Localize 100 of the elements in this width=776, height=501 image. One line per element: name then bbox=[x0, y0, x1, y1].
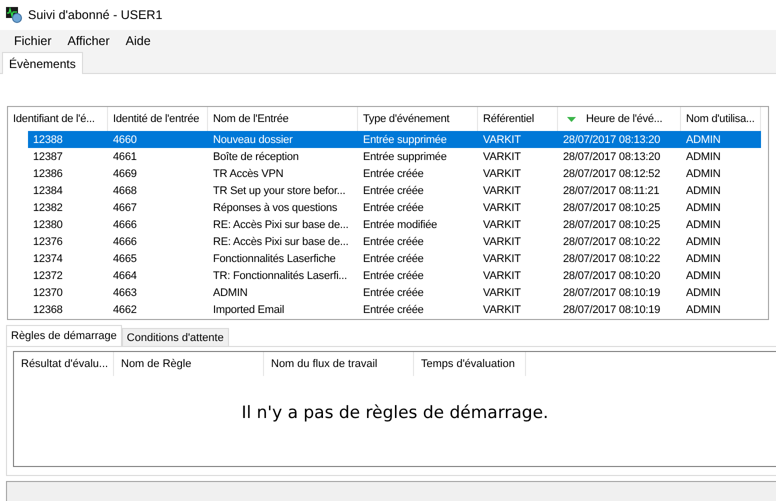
table-cell-text: 12376 bbox=[32, 236, 64, 248]
table-cell-text: Entrée créée bbox=[362, 270, 425, 282]
table-cell-text: TR: Fonctionnalités Laserfi... bbox=[212, 270, 348, 282]
table-cell-text: ADMIN bbox=[685, 304, 722, 316]
table-cell-text: 4663 bbox=[112, 286, 138, 298]
table-cell-text: Entrée créée bbox=[362, 168, 425, 180]
table-cell-text: 12387 bbox=[32, 150, 64, 162]
window-title: Suivi d'abonné - USER1 bbox=[28, 8, 162, 22]
table-cell-text: 28/07/2017 08:10:19 bbox=[562, 304, 662, 316]
table-cell-text: 28/07/2017 08:13:20 bbox=[562, 134, 662, 146]
table-row[interactable]: 12374 4665 Fonctionnalités Laserfiche Entrée créée VARKIT 28/07/2017 08:10:22 ADMIN bbox=[28, 250, 761, 267]
table-cell-text: Entrée supprimée bbox=[362, 134, 448, 146]
table-cell-text: VARKIT bbox=[482, 304, 522, 316]
table-cell-text: 12386 bbox=[32, 168, 64, 180]
table-cell-text: 28/07/2017 08:10:25 bbox=[562, 218, 662, 230]
table-cell-text: ADMIN bbox=[685, 150, 722, 162]
table-cell-text: 28/07/2017 08:10:20 bbox=[562, 270, 662, 282]
table-cell-text: 4660 bbox=[112, 134, 138, 146]
tab[interactable]: Conditions d'attente bbox=[122, 328, 229, 346]
table-cell-text: 12380 bbox=[32, 218, 64, 230]
table-cell-text: VARKIT bbox=[482, 252, 522, 264]
table-row[interactable]: 12370 4663 ADMIN Entrée créée VARKIT 28/07/2017 08:10:19 ADMIN bbox=[28, 284, 761, 301]
table-cell-text: VARKIT bbox=[482, 134, 522, 146]
table-cell-text: Entrée créée bbox=[362, 236, 425, 248]
table-cell-text: Entrée supprimée bbox=[362, 150, 448, 162]
column-header[interactable]: Résultat d'évalu... bbox=[14, 352, 114, 376]
table-row[interactable]: 12376 4666 RE: Accès Pixi sur base de... Entrée créée VARKIT 28/07/2017 08:10:22 ADMIN bbox=[28, 233, 761, 250]
table-cell-text: ADMIN bbox=[685, 252, 722, 264]
tab[interactable]: Évènements bbox=[2, 52, 83, 74]
menu-item[interactable]: Aide bbox=[118, 34, 159, 48]
table-cell-text: 28/07/2017 08:13:20 bbox=[562, 150, 662, 162]
table-cell-text: ADMIN bbox=[685, 168, 722, 180]
app-icon bbox=[6, 7, 22, 23]
table-cell-text: VARKIT bbox=[482, 286, 522, 298]
table-cell-text: VARKIT bbox=[482, 218, 522, 230]
table-cell-text: VARKIT bbox=[482, 202, 522, 214]
table-row[interactable]: 12368 4662 Imported Email Entrée créée VARKIT 28/07/2017 08:10:19 ADMIN bbox=[28, 301, 761, 318]
table-cell-text: 28/07/2017 08:10:19 bbox=[562, 286, 662, 298]
table-cell-text: VARKIT bbox=[482, 270, 522, 282]
table-cell-text: ADMIN bbox=[685, 236, 722, 248]
table-cell-text: 28/07/2017 08:10:25 bbox=[562, 202, 662, 214]
column-header[interactable]: Nom de Règle bbox=[114, 352, 264, 376]
table-cell-text: 12384 bbox=[32, 184, 64, 196]
table-cell-text: Entrée modifiée bbox=[362, 218, 438, 230]
empty-message: Il n'y a pas de règles de démarrage. bbox=[242, 403, 548, 423]
table-cell-text: 12382 bbox=[32, 202, 64, 214]
table-row[interactable]: 12372 4664 TR: Fonctionnalités Laserfi... Entrée créée VARKIT 28/07/2017 08:10:20 ADMIN bbox=[28, 267, 761, 284]
table-cell-text: RE: Accès Pixi sur base de... bbox=[212, 236, 350, 248]
table-row[interactable]: 12380 4666 RE: Accès Pixi sur base de... Entrée modifiée VARKIT 28/07/2017 08:10:25 ADMIN bbox=[28, 216, 761, 233]
table-cell-text: 28/07/2017 08:11:21 bbox=[562, 184, 660, 196]
table-cell-text: 4665 bbox=[112, 252, 138, 264]
table-cell-text: ADMIN bbox=[685, 202, 722, 214]
table-cell-text: Entrée créée bbox=[362, 184, 425, 196]
table-cell-text: Nouveau dossier bbox=[212, 134, 294, 146]
table-cell-text: ADMIN bbox=[685, 286, 722, 298]
table-cell-text: 28/07/2017 08:12:52 bbox=[562, 168, 662, 180]
column-header[interactable]: Temps d'évaluation bbox=[414, 352, 526, 376]
table-cell-text: Boîte de réception bbox=[212, 150, 300, 162]
table-cell-text: VARKIT bbox=[482, 184, 522, 196]
table-cell-text: 12374 bbox=[32, 252, 64, 264]
table-cell-text: Entrée créée bbox=[362, 304, 425, 316]
table-cell-text: Entrée créée bbox=[362, 252, 425, 264]
menu-item[interactable]: Afficher bbox=[60, 34, 118, 48]
table-cell-text: 4661 bbox=[112, 150, 138, 162]
table-cell-text: 12388 bbox=[32, 134, 64, 146]
table-cell-text: 28/07/2017 08:10:22 bbox=[562, 236, 662, 248]
menu-item[interactable]: Fichier bbox=[6, 34, 60, 48]
table-row[interactable]: 12387 4661 Boîte de réception Entrée supprimée VARKIT 28/07/2017 08:13:20 ADMIN bbox=[28, 148, 761, 165]
table-cell-text: 28/07/2017 08:10:22 bbox=[562, 252, 662, 264]
table-cell-text: 12372 bbox=[32, 270, 64, 282]
table-cell-text: ADMIN bbox=[685, 184, 722, 196]
column-header[interactable]: Nom du flux de travail bbox=[264, 352, 414, 376]
table-cell-text: 4666 bbox=[112, 236, 138, 248]
table-cell-text: ADMIN bbox=[685, 218, 722, 230]
table-row[interactable]: 12384 4668 TR Set up your store befor... Entrée créée VARKIT 28/07/2017 08:11:21 ADMIN bbox=[28, 182, 761, 199]
table-cell-text: Entrée créée bbox=[362, 202, 425, 214]
table-cell-text: VARKIT bbox=[482, 236, 522, 248]
table-row[interactable]: 12382 4667 Réponses à vos questions Entrée créée VARKIT 28/07/2017 08:10:25 ADMIN bbox=[28, 199, 761, 216]
table-cell-text: 4667 bbox=[112, 202, 138, 214]
table-cell-text: Entrée créée bbox=[362, 286, 425, 298]
table-cell-text: VARKIT bbox=[482, 150, 522, 162]
table-cell-text: 4666 bbox=[112, 218, 138, 230]
table-cell-text: ADMIN bbox=[685, 134, 722, 146]
table-cell-text: TR Set up your store befor... bbox=[212, 184, 346, 196]
table-cell-text: 4664 bbox=[112, 270, 138, 282]
table-cell-text: 4668 bbox=[112, 184, 138, 196]
table-cell-text: 12370 bbox=[32, 286, 64, 298]
table-cell-text: VARKIT bbox=[482, 168, 522, 180]
table-cell-text: Fonctionnalités Laserfiche bbox=[212, 252, 337, 264]
table-row[interactable]: 12388 4660 Nouveau dossier Entrée supprimée VARKIT 28/07/2017 08:13:20 ADMIN bbox=[28, 131, 761, 148]
tab[interactable]: Règles de démarrage bbox=[6, 325, 122, 346]
table-cell-text: TR Accès VPN bbox=[212, 168, 284, 180]
table-cell-text: Réponses à vos questions bbox=[212, 202, 338, 214]
table-cell-text: 12368 bbox=[32, 304, 64, 316]
table-cell-text: ADMIN bbox=[212, 286, 248, 298]
table-cell-text: ADMIN bbox=[685, 270, 722, 282]
table-cell-text: 4669 bbox=[112, 168, 138, 180]
table-row[interactable]: 12386 4669 TR Accès VPN Entrée créée VARKIT 28/07/2017 08:12:52 ADMIN bbox=[28, 165, 761, 182]
table-cell-text: Imported Email bbox=[212, 304, 286, 316]
table-cell-text: 4662 bbox=[112, 304, 138, 316]
